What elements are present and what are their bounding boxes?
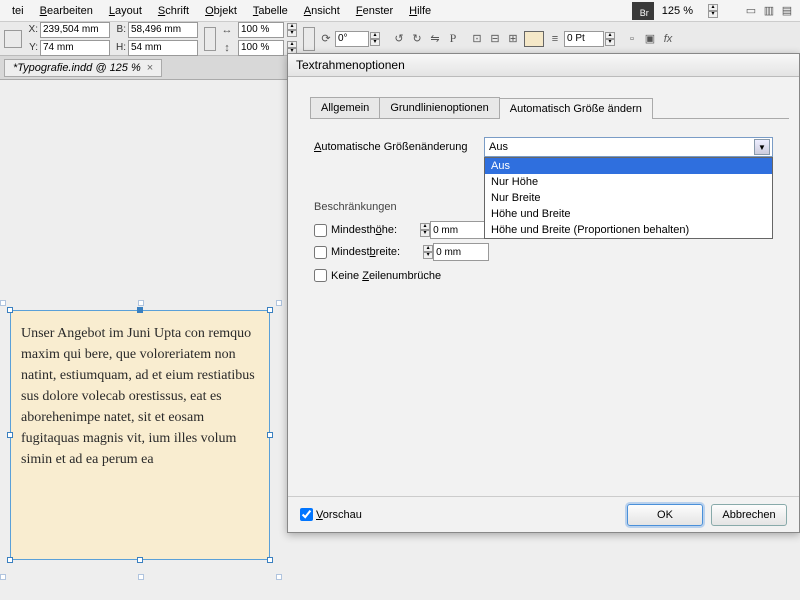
autosize-option[interactable]: Nur Höhe xyxy=(485,174,772,190)
margin-handle[interactable] xyxy=(138,574,144,580)
tab-general[interactable]: Allgemein xyxy=(310,97,380,118)
scale-x-icon: ↔ xyxy=(219,22,235,38)
effects-icon[interactable]: ▫ xyxy=(624,31,640,47)
select-container-icon[interactable]: ⊡ xyxy=(469,31,485,47)
resize-handle[interactable] xyxy=(7,432,13,438)
min-width-stepper[interactable]: ▴▾ xyxy=(423,245,433,259)
tab-baseline[interactable]: Grundlinienoptionen xyxy=(379,97,499,118)
autosize-combo[interactable]: Aus ▼ Aus Nur Höhe Nur Breite Höhe und B… xyxy=(484,137,773,157)
text-frame-content: Unser Angebot im Juni Upta con remquo ma… xyxy=(11,311,269,482)
zoom-level[interactable]: 125 % xyxy=(656,5,699,17)
cancel-button[interactable]: Abbrechen xyxy=(711,504,787,526)
menu-layout[interactable]: Layout xyxy=(101,3,150,19)
wrap-icon[interactable]: ▣ xyxy=(642,31,658,47)
screen-mode-icon[interactable]: ▭ xyxy=(743,3,759,19)
dialog-tabs: Allgemein Grundlinienoptionen Automatisc… xyxy=(310,97,789,119)
document-tab[interactable]: *Typografie.indd @ 125 % × xyxy=(4,59,162,77)
bridge-icon[interactable]: Br xyxy=(632,2,654,20)
rotate-cw-icon[interactable]: ↻ xyxy=(409,31,425,47)
resize-handle[interactable] xyxy=(137,307,143,313)
resize-handle[interactable] xyxy=(7,557,13,563)
margin-handle[interactable] xyxy=(276,300,282,306)
menu-edit[interactable]: Bearbeiten xyxy=(32,3,101,19)
x-field[interactable] xyxy=(40,22,110,38)
resize-handle[interactable] xyxy=(267,432,273,438)
no-linebreaks-label: Keine Zeilenumbrüche xyxy=(331,270,441,282)
fit-content-icon[interactable]: ⊞ xyxy=(505,31,521,47)
constrain-scale-icon[interactable] xyxy=(303,27,315,51)
p-icon[interactable]: P xyxy=(445,31,461,47)
resize-handle[interactable] xyxy=(137,557,143,563)
autosize-option[interactable]: Aus xyxy=(485,158,772,174)
close-tab-icon[interactable]: × xyxy=(147,62,153,74)
no-linebreaks-checkbox[interactable] xyxy=(314,269,327,282)
menu-file[interactable]: tei xyxy=(4,3,32,19)
resize-handle[interactable] xyxy=(7,307,13,313)
resize-handle[interactable] xyxy=(267,557,273,563)
h-field[interactable] xyxy=(128,40,198,56)
menu-window[interactable]: Fenster xyxy=(348,3,401,19)
flip-h-icon[interactable]: ⇋ xyxy=(427,31,443,47)
menu-view[interactable]: Ansicht xyxy=(296,3,348,19)
view-options-icon[interactable]: ▤ xyxy=(779,3,795,19)
margin-handle[interactable] xyxy=(138,300,144,306)
scale-y-icon: ↕ xyxy=(219,40,235,56)
rotate-field[interactable] xyxy=(335,31,369,47)
zoom-stepper[interactable]: ▴▾ xyxy=(700,2,726,20)
margin-handle[interactable] xyxy=(0,300,6,306)
select-content-icon[interactable]: ⊟ xyxy=(487,31,503,47)
fill-swatch[interactable] xyxy=(524,31,544,47)
resize-handle[interactable] xyxy=(267,307,273,313)
stroke-weight-icon: ≡ xyxy=(547,31,563,47)
menu-type[interactable]: Schrift xyxy=(150,3,197,19)
scale-y-field[interactable] xyxy=(238,40,284,56)
document-tab-label: *Typografie.indd @ 125 % xyxy=(13,62,141,74)
min-width-field[interactable] xyxy=(433,243,489,261)
fx-icon[interactable]: fx xyxy=(660,31,676,47)
reference-point[interactable] xyxy=(4,30,22,48)
menu-table[interactable]: Tabelle xyxy=(245,3,296,19)
chevron-down-icon[interactable]: ▼ xyxy=(754,139,770,155)
min-width-checkbox[interactable] xyxy=(314,246,327,259)
dialog-footer: Vorschau OK Abbrechen xyxy=(288,496,799,532)
autosize-panel: Automatische Größenänderung Aus ▼ Aus Nu… xyxy=(298,119,789,304)
autosize-option[interactable]: Höhe und Breite (Proportionen behalten) xyxy=(485,222,772,238)
y-field[interactable] xyxy=(40,40,110,56)
min-height-label: Mindesthöhe: xyxy=(331,224,397,236)
min-width-label: Mindestbreite: xyxy=(331,246,400,258)
scale-x-field[interactable] xyxy=(238,22,284,38)
control-panel: X: Y: B: H: ↔▴▾ ↕▴▾ ⟳ ▴▾ ↺ ↻ ⇋ P ⊡ ⊟ ⊞ ≡… xyxy=(0,22,800,56)
autosize-dropdown: Aus Nur Höhe Nur Breite Höhe und Breite … xyxy=(484,157,773,239)
autosize-option[interactable]: Nur Breite xyxy=(485,190,772,206)
dialog-title: Textrahmenoptionen xyxy=(288,54,799,77)
preview-label: Vorschau xyxy=(316,509,362,521)
autosize-value: Aus xyxy=(489,141,508,153)
min-height-field[interactable] xyxy=(430,221,486,239)
rotate-ccw-icon[interactable]: ↺ xyxy=(391,31,407,47)
margin-handle[interactable] xyxy=(276,574,282,580)
w-field[interactable] xyxy=(128,22,198,38)
autosize-label: Automatische Größenänderung xyxy=(314,141,484,153)
arrange-icon[interactable]: ▥ xyxy=(761,3,777,19)
constrain-wh-icon[interactable] xyxy=(204,27,216,51)
stroke-field[interactable] xyxy=(564,31,604,47)
ok-button[interactable]: OK xyxy=(627,504,703,526)
menu-object[interactable]: Objekt xyxy=(197,3,245,19)
autosize-option[interactable]: Höhe und Breite xyxy=(485,206,772,222)
min-height-checkbox[interactable] xyxy=(314,224,327,237)
text-frame[interactable]: Unser Angebot im Juni Upta con remquo ma… xyxy=(10,310,270,560)
tab-autosize[interactable]: Automatisch Größe ändern xyxy=(499,98,653,119)
rotate-icon: ⟳ xyxy=(318,31,334,47)
text-frame-options-dialog: Textrahmenoptionen Allgemein Grundlinien… xyxy=(287,53,800,533)
menu-bar: tei Bearbeiten Layout Schrift Objekt Tab… xyxy=(0,0,800,22)
min-height-stepper[interactable]: ▴▾ xyxy=(420,223,430,237)
margin-handle[interactable] xyxy=(0,574,6,580)
menu-help[interactable]: Hilfe xyxy=(401,3,439,19)
preview-checkbox[interactable] xyxy=(300,508,313,521)
